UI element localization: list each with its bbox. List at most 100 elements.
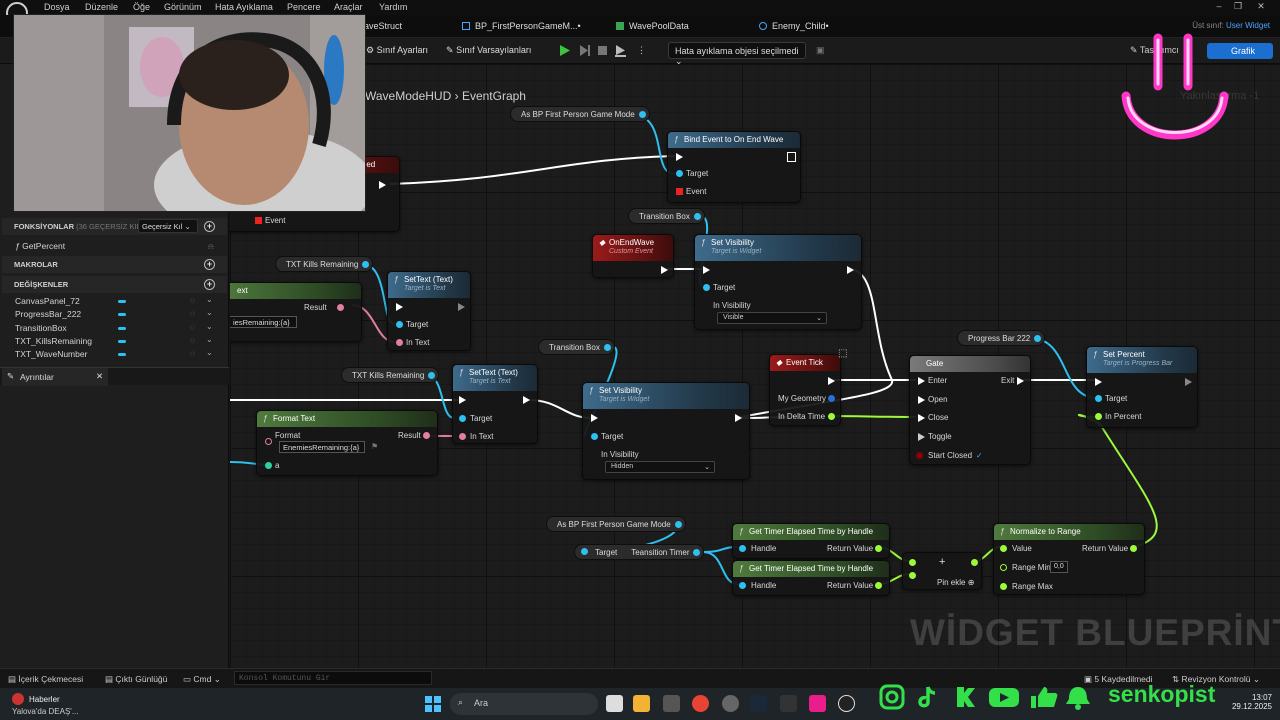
app-icon[interactable] xyxy=(722,695,739,712)
variable-item[interactable]: TXT_WaveNumber xyxy=(15,349,87,359)
exec-out-pin[interactable] xyxy=(1185,378,1192,386)
eye-icon[interactable]: ◌ xyxy=(190,309,195,318)
cmd-dropdown[interactable]: ▭ Cmd ⌄ xyxy=(183,674,221,685)
return-pin[interactable] xyxy=(875,545,882,552)
debug-object-select[interactable]: Hata ayıklama objesi seçilmedi ⌄ xyxy=(668,42,806,66)
more-options-icon[interactable]: ⋮ xyxy=(637,45,646,56)
console-command-input[interactable]: Konsol Komutunu Gir xyxy=(234,671,432,685)
visibility-select[interactable]: Visible ⌄ xyxy=(717,312,827,324)
menu-debug[interactable]: Hata Ayıklama xyxy=(215,2,273,12)
app-icon[interactable] xyxy=(809,695,826,712)
add-macro-icon[interactable]: + xyxy=(204,259,215,270)
output-log-button[interactable]: ▤ Çıktı Günlüğü xyxy=(105,674,167,685)
get-game-mode-node[interactable]: As BP First Person Game Mode xyxy=(546,516,686,532)
handle-pin[interactable] xyxy=(739,545,746,552)
range-min-pin[interactable] xyxy=(1000,564,1007,571)
bind-event-node[interactable]: ƒ Bind Event to On End Wave Target Event xyxy=(667,131,801,203)
normalize-to-range-node[interactable]: ƒ Normalize to Range Value Return Value R… xyxy=(993,523,1145,595)
menu-tools[interactable]: Araçlar xyxy=(334,2,363,12)
partial-format-node[interactable]: ext Result iesRemaining:{a} xyxy=(230,282,362,342)
in-text-pin[interactable] xyxy=(396,339,403,346)
visibility-select[interactable]: Hidden ⌄ xyxy=(605,461,715,473)
float-in-pin[interactable] xyxy=(909,559,916,566)
return-pin[interactable] xyxy=(1130,545,1137,552)
return-pin[interactable] xyxy=(875,582,882,589)
transition-timer-node[interactable]: Target Teansition Timer xyxy=(574,544,704,560)
minimize-icon[interactable]: – xyxy=(1212,1,1226,13)
chrome-icon[interactable] xyxy=(692,695,709,712)
store-icon[interactable] xyxy=(663,695,680,712)
get-timer-elapsed-node[interactable]: ƒ Get Timer Elapsed Time by Handle Handle… xyxy=(732,523,890,559)
format-text-field[interactable]: EnemiesRemaining:{a} xyxy=(279,441,365,453)
exec-out-pin[interactable] xyxy=(828,377,835,385)
unreal-engine-icon[interactable] xyxy=(838,695,855,712)
parent-class-link[interactable]: User Widget xyxy=(1226,21,1270,30)
eye-icon[interactable]: ◌ xyxy=(190,349,195,358)
result-pin[interactable] xyxy=(337,304,344,311)
variable-item[interactable]: ProgressBar_222 xyxy=(15,309,81,319)
exec-out-pin[interactable] xyxy=(661,266,668,274)
divide-node[interactable]: + Pin ekle ⊕ xyxy=(902,552,982,590)
tab-details[interactable]: ✎ Ayrıntılar ✕ xyxy=(2,368,108,386)
add-variable-icon[interactable]: + xyxy=(204,279,215,290)
exec-in-pin[interactable] xyxy=(459,396,466,404)
chevron-down-icon[interactable]: ⌄ xyxy=(206,295,213,304)
exec-out-pin[interactable] xyxy=(787,152,796,162)
exec-in-pin[interactable] xyxy=(591,414,598,422)
chevron-down-icon[interactable]: ⌄ xyxy=(206,308,213,317)
in-text-pin[interactable] xyxy=(459,433,466,440)
get-game-mode-node[interactable]: As BP First Person Game Mode xyxy=(510,106,650,122)
set-text-node[interactable]: ƒ SetText (Text) Target is Text Target In … xyxy=(452,364,538,444)
menu-edit[interactable]: Düzenle xyxy=(85,2,118,12)
open-pin[interactable] xyxy=(918,396,925,404)
get-progress-bar-node[interactable]: Progress Bar 222 xyxy=(957,330,1046,346)
in-percent-pin[interactable] xyxy=(1095,413,1102,420)
target-pin[interactable] xyxy=(703,284,710,291)
function-item-getpercent[interactable]: ƒ GetPercent xyxy=(15,241,65,251)
event-tick-node[interactable]: ◆ Event Tick My Geometry In Delta Time xyxy=(769,354,841,426)
get-kills-remaining-node[interactable]: TXT Kills Remaining xyxy=(341,367,440,383)
menu-help[interactable]: Yardım xyxy=(379,2,407,12)
add-function-icon[interactable]: + xyxy=(204,221,215,232)
float-in-pin[interactable] xyxy=(909,572,916,579)
find-debug-icon[interactable]: ▣ xyxy=(816,45,825,56)
event-pin[interactable] xyxy=(255,217,262,224)
value-pin[interactable] xyxy=(1000,545,1007,552)
toggle-pin[interactable] xyxy=(918,433,925,441)
chevron-down-icon[interactable]: ⌄ xyxy=(206,322,213,331)
stop-icon[interactable] xyxy=(596,44,609,57)
content-drawer-button[interactable]: ▤ İçerik Çekmecesi xyxy=(8,674,83,685)
target-pin[interactable] xyxy=(396,321,403,328)
range-min-field[interactable]: 0,0 xyxy=(1050,561,1068,573)
step-icon[interactable] xyxy=(578,44,591,57)
exit-pin[interactable] xyxy=(1017,377,1024,385)
tab-enemy-child[interactable]: Enemy_Child• xyxy=(759,21,829,31)
get-transition-box-node[interactable]: Transition Box xyxy=(628,208,705,224)
exec-in-pin[interactable] xyxy=(396,303,403,311)
menu-window[interactable]: Pencere xyxy=(287,2,321,12)
play-icon[interactable] xyxy=(558,44,571,57)
exec-in-pin[interactable] xyxy=(676,153,683,161)
menu-view[interactable]: Görünüm xyxy=(164,2,202,12)
close-pin[interactable] xyxy=(918,414,925,422)
target-pin[interactable] xyxy=(676,170,683,177)
range-max-pin[interactable] xyxy=(1000,583,1007,590)
target-pin[interactable] xyxy=(459,415,466,422)
tab-game-mode[interactable]: BP_FirstPersonGameM...• xyxy=(462,21,581,31)
class-defaults-button[interactable]: ✎ Sınıf Varsayılanları xyxy=(446,45,531,56)
news-widget[interactable]: Haberler Yalova'da DEAŞ'... xyxy=(12,693,79,716)
delta-time-pin[interactable] xyxy=(828,413,835,420)
exec-out-pin[interactable] xyxy=(523,396,530,404)
exec-out-pin[interactable] xyxy=(735,414,742,422)
event-pin[interactable] xyxy=(676,188,683,195)
macros-section-header[interactable]: MAKROLAR + xyxy=(2,256,227,273)
set-percent-node[interactable]: ƒ Set Percent Target is Progress Bar Targe… xyxy=(1086,346,1198,428)
add-pin-button[interactable]: Pin ekle ⊕ xyxy=(937,578,974,587)
menu-file[interactable]: Dosya xyxy=(44,2,70,12)
set-text-node[interactable]: ƒ SetText (Text) Target is Text Target In … xyxy=(387,271,471,351)
exec-out-pin[interactable] xyxy=(379,181,386,189)
steam-icon[interactable] xyxy=(750,695,767,712)
chevron-down-icon[interactable]: ⌄ xyxy=(206,335,213,344)
functions-section-header[interactable]: FONKSİYONLAR (36 GEÇERSİZ KILIN Geçersiz… xyxy=(2,218,227,235)
chevron-down-icon[interactable]: ⌄ xyxy=(206,348,213,357)
